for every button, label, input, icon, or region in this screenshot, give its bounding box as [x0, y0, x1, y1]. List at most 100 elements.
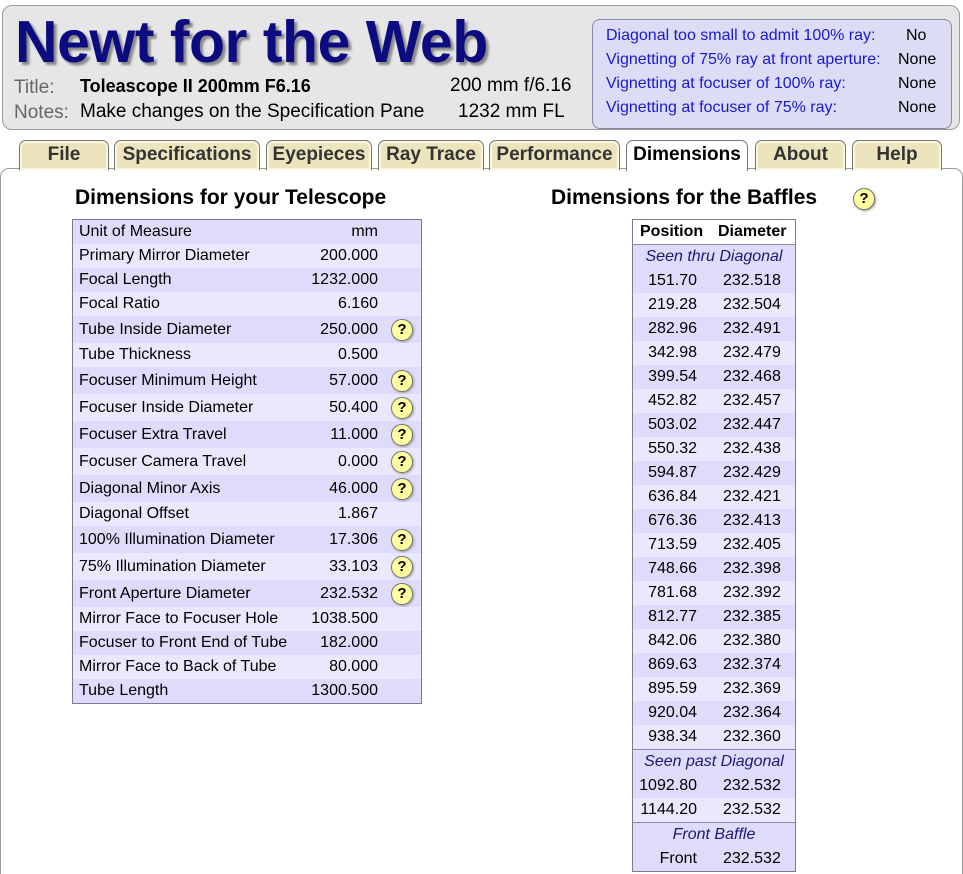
help-icon[interactable]: ? — [391, 451, 413, 473]
baffle-row: 503.02 232.447 — [633, 413, 795, 437]
baffle-row: 842.06 232.380 — [633, 629, 795, 653]
baffle-position: 636.84 — [648, 488, 697, 505]
baffle-row: 1092.80 232.532 — [633, 774, 795, 798]
baffle-row: 282.96 232.491 — [633, 317, 795, 341]
tab-ray-trace[interactable]: Ray Trace — [378, 140, 484, 170]
dimension-label: Primary Mirror Diameter — [79, 247, 250, 264]
baffle-position: 842.06 — [648, 632, 697, 649]
dimension-value: 1300.500 — [311, 682, 378, 699]
baffle-position: Front — [659, 850, 697, 867]
help-icon[interactable]: ? — [391, 319, 413, 341]
aperture-summary: 200 mm f/6.16 — [450, 75, 572, 96]
tab-dimensions[interactable]: Dimensions — [626, 140, 748, 171]
dimension-label: Focal Ratio — [79, 295, 160, 312]
tab-specifications[interactable]: Specifications — [114, 140, 260, 170]
warning-label: Vignetting at focuser of 75% ray: — [606, 99, 837, 116]
warning-label: Diagonal too small to admit 100% ray: — [606, 27, 876, 44]
dimension-row: 100% Illumination Diameter 17.306? — [73, 526, 421, 553]
help-icon[interactable]: ? — [391, 397, 413, 419]
dimension-value: 200.000 — [320, 247, 378, 264]
dimension-value: 6.160 — [337, 295, 378, 312]
baffle-position: 550.32 — [648, 440, 697, 457]
baffles-title: Dimensions for the Baffles — [551, 186, 818, 209]
baffle-diameter: 232.491 — [723, 320, 781, 337]
dimension-row: Focuser Minimum Height 57.000? — [73, 367, 421, 394]
warning-label: Vignetting at focuser of 100% ray: — [606, 75, 846, 92]
baffle-row: 938.34 232.360 — [633, 725, 795, 749]
baffle-diameter: 232.532 — [723, 850, 781, 867]
tab-about[interactable]: About — [755, 140, 846, 170]
help-icon[interactable]: ? — [391, 370, 413, 392]
dimension-row: Front Aperture Diameter 232.532? — [73, 580, 421, 607]
dimension-label: Diagonal Minor Axis — [79, 480, 221, 497]
help-icon[interactable]: ? — [391, 478, 413, 500]
baffle-position: 151.70 — [648, 272, 697, 289]
baffle-position: 399.54 — [648, 368, 697, 385]
baffle-position: 781.68 — [648, 584, 697, 601]
baffle-position: 594.87 — [648, 464, 697, 481]
baffle-position: 676.36 — [648, 512, 697, 529]
baffles-table: Position Diameter Seen thru Diagonal 151.… — [632, 219, 796, 872]
dimension-value: 57.000 — [329, 372, 378, 389]
dimension-label: Tube Length — [79, 682, 169, 699]
telescope-title: Toleascope II 200mm F6.16 — [80, 76, 311, 96]
dimension-row: Tube Thickness 0.500 — [73, 343, 421, 367]
notes-text: Make changes on the Specification Pane — [80, 101, 425, 122]
dimension-value: 0.000 — [337, 453, 378, 470]
baffle-position: 282.96 — [648, 320, 697, 337]
baffle-row: 550.32 232.438 — [633, 437, 795, 461]
dimension-row: Focuser Extra Travel 11.000? — [73, 421, 421, 448]
baffle-position: 748.66 — [648, 560, 697, 577]
baffle-group-heading: Seen thru Diagonal — [633, 244, 795, 269]
baffle-row: 781.68 232.392 — [633, 581, 795, 605]
baffle-diameter: 232.479 — [723, 344, 781, 361]
dimension-label: Focuser Extra Travel — [79, 426, 227, 443]
baffle-row: Front 232.532 — [633, 847, 795, 871]
baffle-diameter: 232.429 — [723, 464, 781, 481]
dimension-label: Focal Length — [79, 271, 172, 288]
tab-help[interactable]: Help — [852, 140, 942, 170]
baffle-position: 869.63 — [648, 656, 697, 673]
help-icon[interactable]: ? — [391, 556, 413, 578]
warning-value: None — [898, 99, 937, 116]
dimension-value: 50.400 — [329, 399, 378, 416]
notes-label: Notes: — [14, 102, 69, 123]
dimension-row: Focuser Camera Travel 0.000? — [73, 448, 421, 475]
baffle-position: 219.28 — [648, 296, 697, 313]
dimension-label: Tube Thickness — [79, 346, 192, 363]
dimension-value: 250.000 — [320, 321, 378, 338]
dimension-label: Front Aperture Diameter — [79, 585, 251, 602]
dimension-row: Focuser Inside Diameter 50.400? — [73, 394, 421, 421]
dimension-value: 17.306 — [329, 531, 378, 548]
help-icon[interactable]: ? — [391, 424, 413, 446]
tab-eyepieces[interactable]: Eyepieces — [266, 140, 372, 170]
help-icon[interactable]: ? — [391, 583, 413, 605]
warnings-panel: Diagonal too small to admit 100% ray: No… — [592, 19, 952, 129]
baffle-row: 713.59 232.405 — [633, 533, 795, 557]
dimension-label: 100% Illumination Diameter — [79, 531, 275, 548]
baffle-diameter: 232.405 — [723, 536, 781, 553]
dimension-row: 75% Illumination Diameter 33.103? — [73, 553, 421, 580]
baffle-diameter: 232.374 — [723, 656, 781, 673]
baffles-help-icon[interactable]: ? — [853, 188, 875, 210]
baffle-diameter: 232.369 — [723, 680, 781, 697]
dimension-label: Focuser Camera Travel — [79, 453, 247, 470]
dimension-value: 11.000 — [330, 426, 378, 443]
baffle-diameter: 232.457 — [723, 392, 781, 409]
tab-file[interactable]: File — [19, 140, 109, 170]
dimension-row: Focuser to Front End of Tube 182.000 — [73, 631, 421, 655]
dimension-value: 46.000 — [329, 480, 378, 497]
dimension-value: 1.867 — [337, 505, 378, 522]
baffle-position: 895.59 — [648, 680, 697, 697]
dimension-value: 33.103 — [329, 558, 378, 575]
dimension-label: Mirror Face to Focuser Hole — [79, 610, 279, 627]
baffle-row: 399.54 232.468 — [633, 365, 795, 389]
baffle-row: 1144.20 232.532 — [633, 798, 795, 822]
dimension-label: Tube Inside Diameter — [79, 321, 232, 338]
baffle-row: 869.63 232.374 — [633, 653, 795, 677]
dimension-row: Diagonal Offset 1.867 — [73, 502, 421, 526]
baffle-diameter: 232.392 — [723, 584, 781, 601]
help-icon[interactable]: ? — [391, 529, 413, 551]
tab-performance[interactable]: Performance — [489, 140, 620, 170]
dimension-label: Focuser Minimum Height — [79, 372, 257, 389]
